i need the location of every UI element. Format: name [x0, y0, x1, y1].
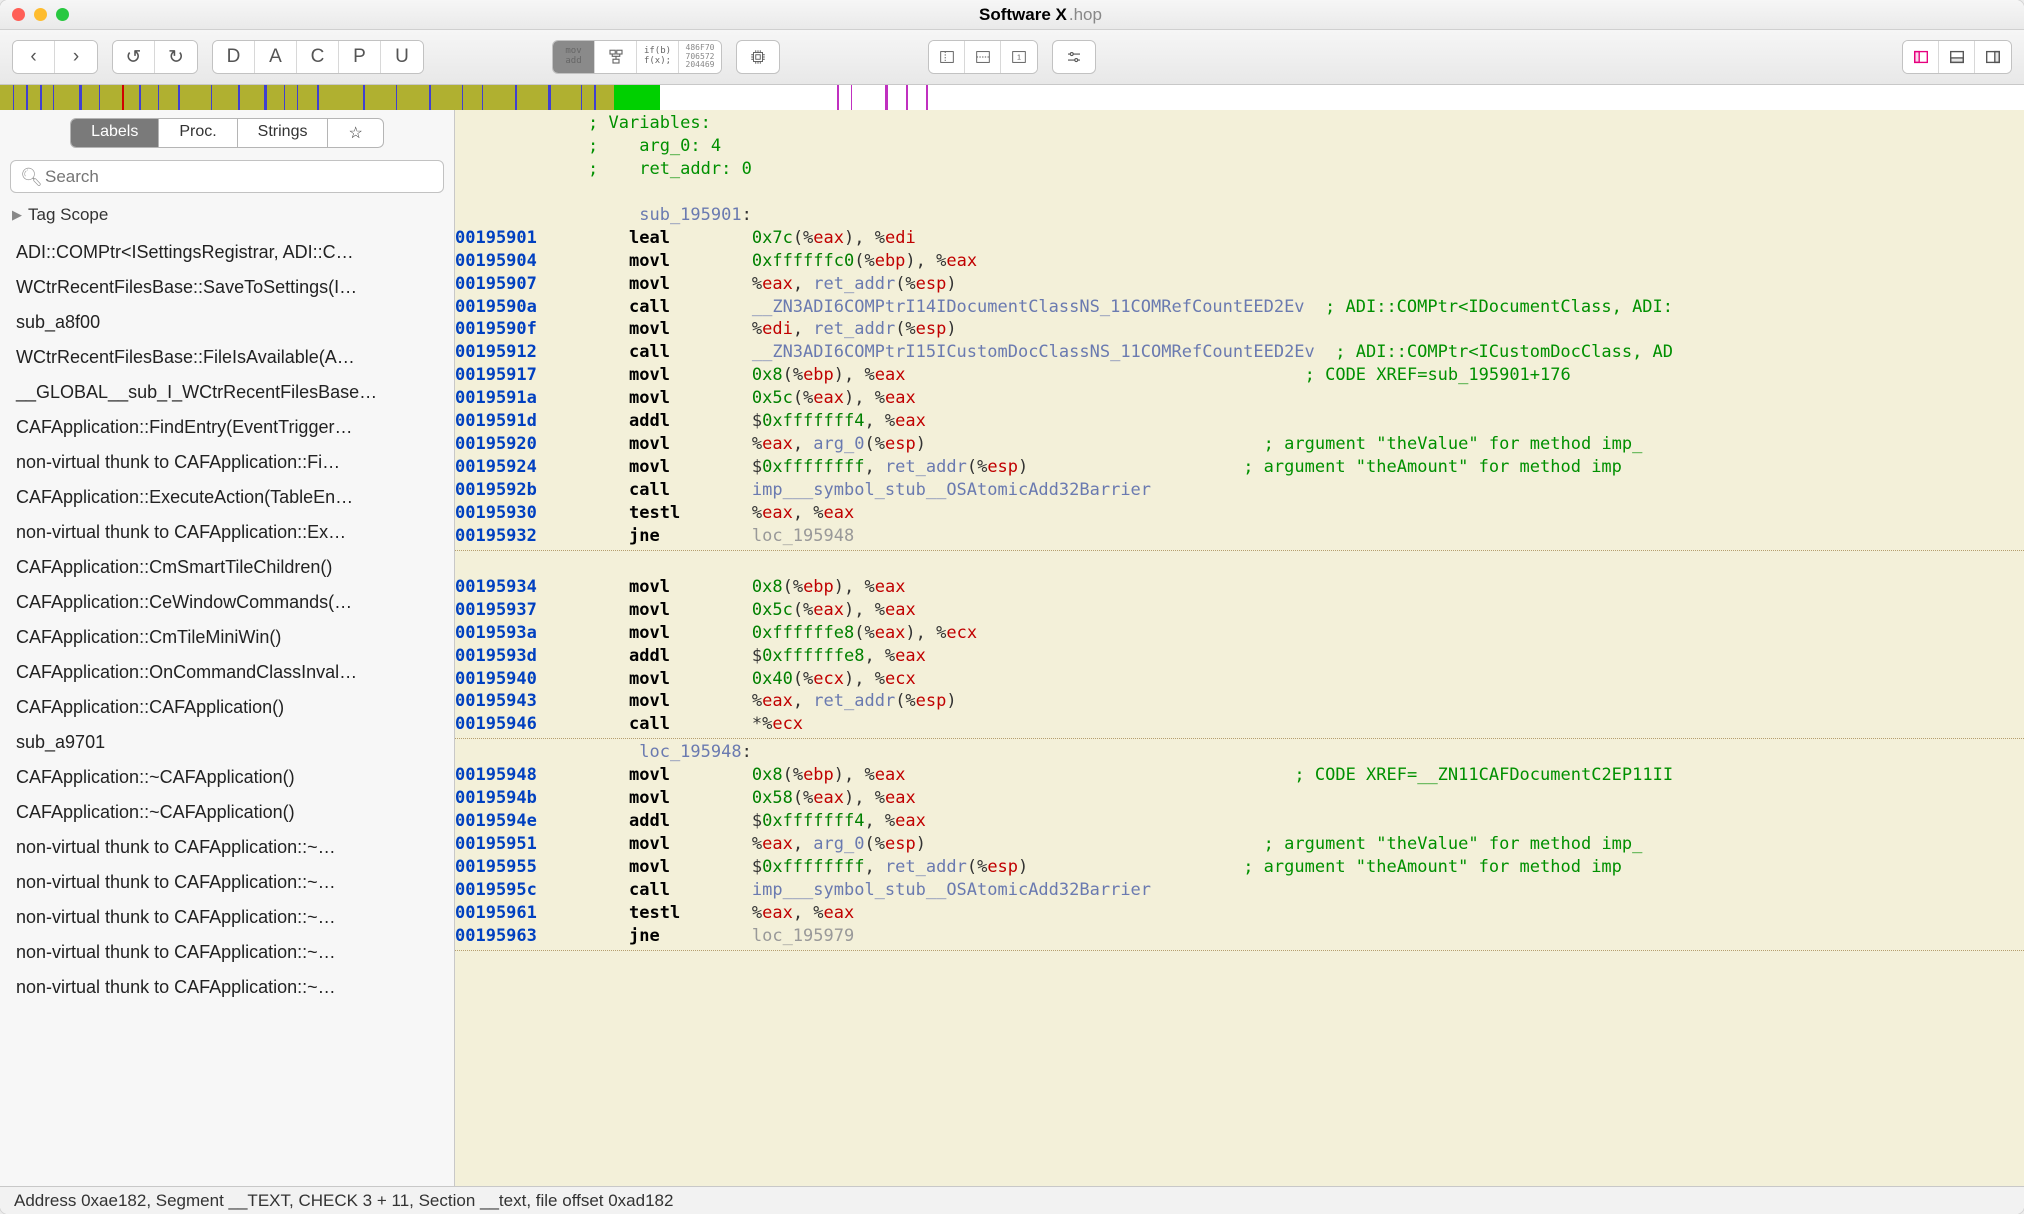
- symbol-list-item[interactable]: non-virtual thunk to CAFApplication::~…: [0, 970, 454, 1005]
- minimize-window-button[interactable]: [34, 8, 47, 21]
- symbol-list-item[interactable]: non-virtual thunk to CAFApplication::~…: [0, 900, 454, 935]
- panel-3-button[interactable]: 1: [1001, 41, 1037, 73]
- symbol-list-item[interactable]: CAFApplication::CmTileMiniWin(): [0, 620, 454, 655]
- sidebar: Labels Proc. Strings ☆ 🔍︎ ▶Tag Scope ADI…: [0, 110, 455, 1186]
- cpu-button[interactable]: [737, 41, 779, 73]
- search-input[interactable]: [10, 160, 444, 193]
- view-hex-button[interactable]: 486F70706572204469: [679, 41, 721, 73]
- disassembly-view[interactable]: ; Variables: ; arg_0: 4 ; ret_addr: 0 su…: [455, 110, 2024, 1186]
- symbol-list-item[interactable]: CAFApplication::~CAFApplication(): [0, 795, 454, 830]
- symbol-list-item[interactable]: __GLOBAL__sub_I_WCtrRecentFilesBase…: [0, 375, 454, 410]
- type-code-button[interactable]: C: [297, 41, 339, 73]
- tab-proc[interactable]: Proc.: [159, 119, 237, 147]
- svg-text:1: 1: [1017, 53, 1021, 62]
- symbol-list-item[interactable]: non-virtual thunk to CAFApplication::Ex…: [0, 515, 454, 550]
- titlebar: Software X.hop: [0, 0, 2024, 30]
- view-pseudocode-button[interactable]: if(b)f(x);: [637, 41, 679, 73]
- search-icon: 🔍︎: [20, 167, 43, 188]
- close-window-button[interactable]: [12, 8, 25, 21]
- symbol-list-item[interactable]: CAFApplication::CmSmartTileChildren(): [0, 550, 454, 585]
- symbol-list-item[interactable]: non-virtual thunk to CAFApplication::Fi…: [0, 445, 454, 480]
- undo-button[interactable]: ↺: [113, 41, 155, 73]
- symbol-list-item[interactable]: non-virtual thunk to CAFApplication::~…: [0, 830, 454, 865]
- type-data-button[interactable]: D: [213, 41, 255, 73]
- symbol-list-item[interactable]: WCtrRecentFilesBase::SaveToSettings(I…: [0, 270, 454, 305]
- symbol-list-item[interactable]: CAFApplication::OnCommandClassInval…: [0, 655, 454, 690]
- nav-forward-button[interactable]: ›: [55, 41, 97, 73]
- window-title: Software X.hop: [69, 5, 2012, 25]
- tag-scope-row[interactable]: ▶Tag Scope: [0, 199, 454, 231]
- view-assembly-button[interactable]: movadd: [553, 41, 595, 73]
- toolbar: ‹ › ↺ ↻ D A C P U movadd if(b)f(x); 486F…: [0, 30, 2024, 85]
- nav-back-button[interactable]: ‹: [13, 41, 55, 73]
- zoom-window-button[interactable]: [56, 8, 69, 21]
- sidebar-bottom-button[interactable]: [1939, 41, 1975, 73]
- symbol-list-item[interactable]: CAFApplication::FindEntry(EventTrigger…: [0, 410, 454, 445]
- panel-2-button[interactable]: [965, 41, 1001, 73]
- tab-strings[interactable]: Strings: [238, 119, 329, 147]
- symbol-list-item[interactable]: non-virtual thunk to CAFApplication::~…: [0, 865, 454, 900]
- redo-button[interactable]: ↻: [155, 41, 197, 73]
- symbol-list-item[interactable]: sub_a8f00: [0, 305, 454, 340]
- symbol-list[interactable]: ADI::COMPtr<ISettingsRegistrar, ADI::C…W…: [0, 231, 454, 1186]
- symbol-list-item[interactable]: CAFApplication::CeWindowCommands(…: [0, 585, 454, 620]
- symbol-list-item[interactable]: CAFApplication::~CAFApplication(): [0, 760, 454, 795]
- view-cfg-button[interactable]: [595, 41, 637, 73]
- symbol-list-item[interactable]: WCtrRecentFilesBase::FileIsAvailable(A…: [0, 340, 454, 375]
- settings-button[interactable]: [1053, 41, 1095, 73]
- sidebar-left-button[interactable]: [1903, 41, 1939, 73]
- type-procedure-button[interactable]: P: [339, 41, 381, 73]
- search-container: 🔍︎: [10, 160, 444, 193]
- symbol-list-item[interactable]: CAFApplication::ExecuteAction(TableEn…: [0, 480, 454, 515]
- type-undefined-button[interactable]: U: [381, 41, 423, 73]
- sidebar-right-button[interactable]: [1975, 41, 2011, 73]
- tab-labels[interactable]: Labels: [71, 119, 159, 147]
- symbol-list-item[interactable]: ADI::COMPtr<ISettingsRegistrar, ADI::C…: [0, 235, 454, 270]
- type-ascii-button[interactable]: A: [255, 41, 297, 73]
- symbol-list-item[interactable]: non-virtual thunk to CAFApplication::~…: [0, 935, 454, 970]
- status-bar: Address 0xae182, Segment __TEXT, CHECK 3…: [0, 1186, 2024, 1214]
- sidebar-tabs: Labels Proc. Strings ☆: [70, 118, 384, 148]
- symbol-list-item[interactable]: CAFApplication::CAFApplication(): [0, 690, 454, 725]
- symbol-list-item[interactable]: sub_a9701: [0, 725, 454, 760]
- disclosure-triangle-icon: ▶: [12, 207, 22, 223]
- tab-favorites[interactable]: ☆: [328, 119, 382, 147]
- panel-1-button[interactable]: [929, 41, 965, 73]
- navigation-strip[interactable]: [0, 85, 2024, 110]
